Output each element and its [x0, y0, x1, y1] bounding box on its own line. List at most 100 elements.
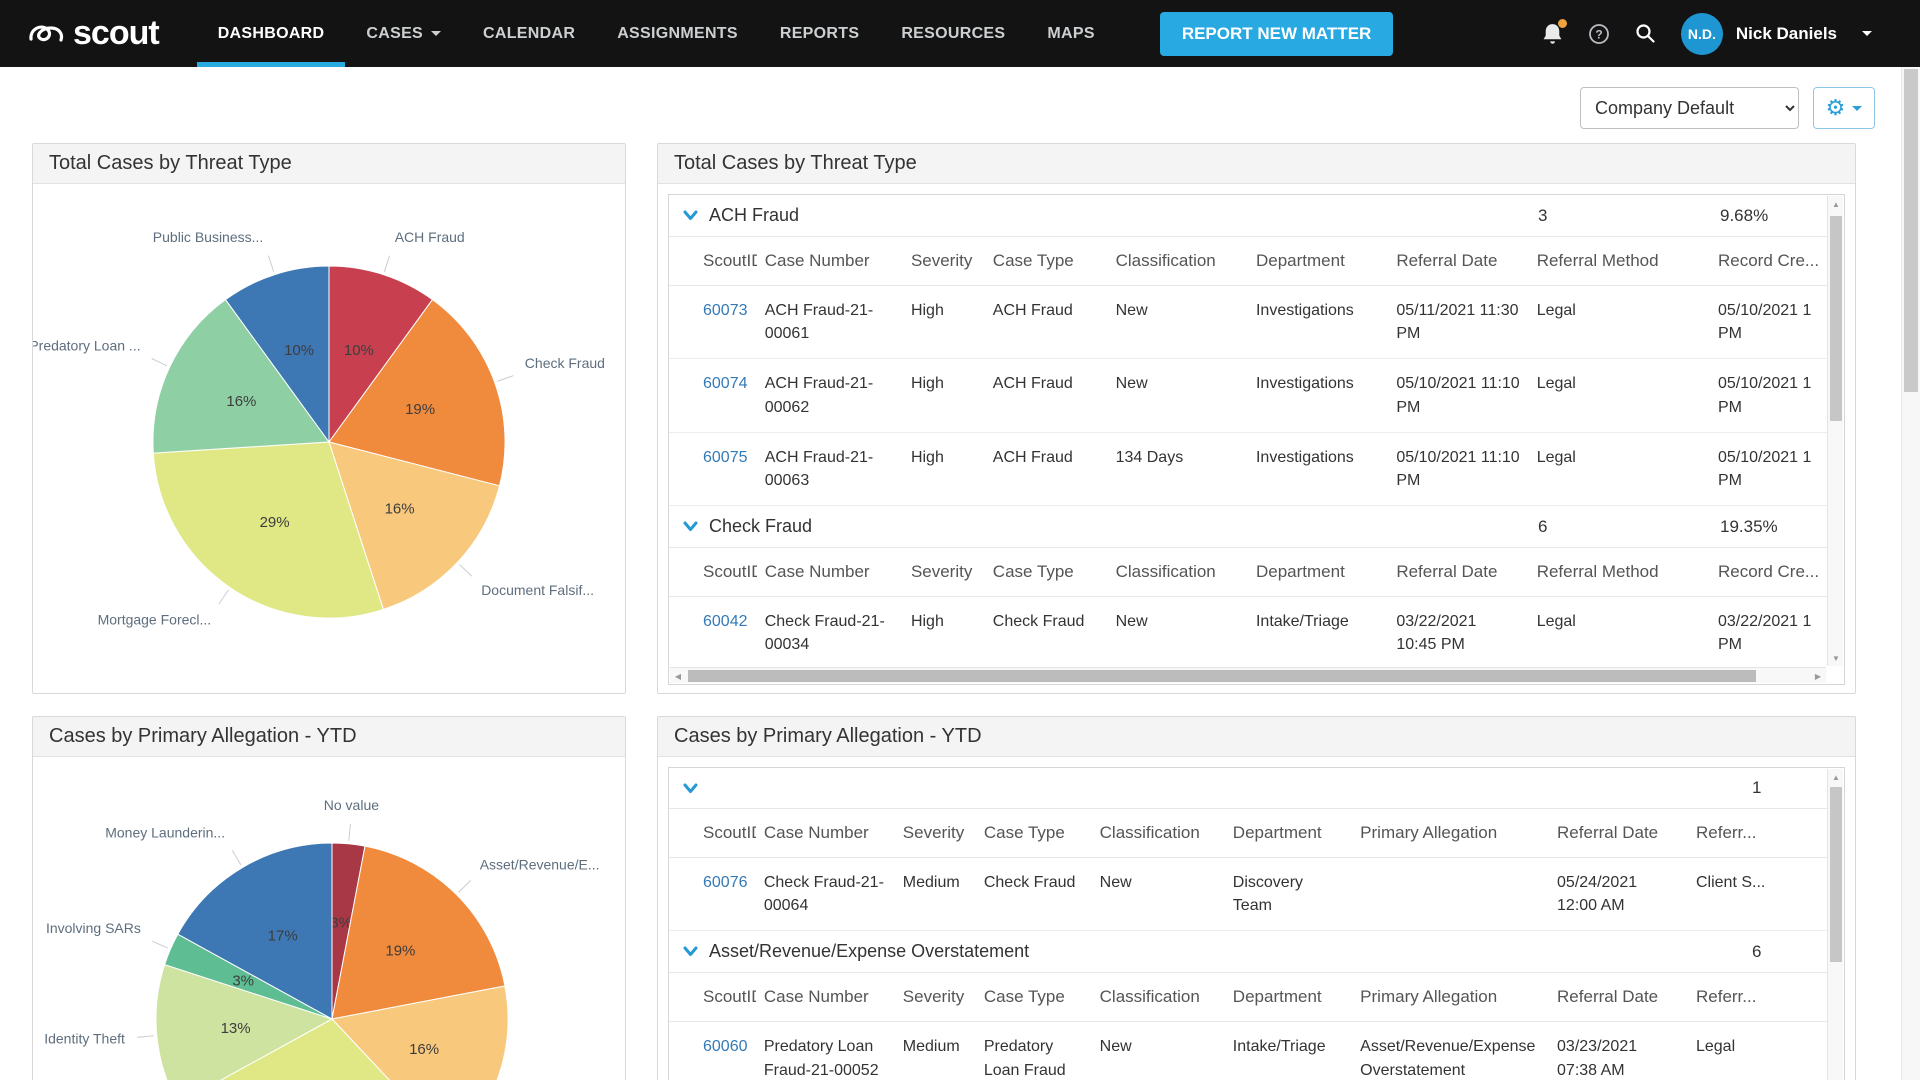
user-name[interactable]: Nick Daniels: [1736, 24, 1837, 44]
column-header-row: ScoutIDCase NumberSeverityCase TypeClass…: [669, 973, 1827, 1022]
column-header-primary-allegation[interactable]: Primary Allegation: [1352, 809, 1549, 858]
column-header-department[interactable]: Department: [1248, 237, 1388, 286]
avatar[interactable]: N.D.: [1681, 13, 1723, 55]
scroll-down-arrow[interactable]: ▼: [1828, 650, 1844, 666]
search-icon: [1635, 23, 1656, 44]
table-row: 60076Check Fraud-21-00064MediumCheck Fra…: [669, 858, 1827, 931]
nav-item-resources[interactable]: RESOURCES: [880, 0, 1026, 67]
user-menu-chevron-down-icon[interactable]: [1862, 31, 1872, 36]
report-new-matter-button[interactable]: REPORT NEW MATTER: [1160, 12, 1394, 56]
column-header-referral-date[interactable]: Referral Date: [1388, 548, 1528, 597]
scroll-up-arrow[interactable]: ▲: [1828, 196, 1844, 212]
nav-item-cases[interactable]: CASES: [345, 0, 462, 67]
column-header-classification[interactable]: Classification: [1092, 809, 1225, 858]
table-vertical-scrollbar[interactable]: ▲ ▼: [1827, 769, 1843, 1080]
column-header-scoutid[interactable]: ScoutID: [669, 973, 756, 1022]
page-scrollbar[interactable]: [1901, 67, 1920, 1080]
vertical-scroll-thumb[interactable]: [1830, 787, 1842, 962]
column-header-primary-allegation[interactable]: Primary Allegation: [1352, 973, 1549, 1022]
view-select[interactable]: Company Default: [1580, 87, 1799, 129]
table-horizontal-scrollbar[interactable]: ◀ ▶: [670, 667, 1826, 683]
nav-item-calendar[interactable]: CALENDAR: [462, 0, 596, 67]
column-header-case-type[interactable]: Case Type: [985, 237, 1108, 286]
column-header-case-number[interactable]: Case Number: [756, 973, 895, 1022]
pie-percent-label: 17%: [268, 928, 298, 945]
scroll-right-arrow[interactable]: ▶: [1810, 668, 1826, 684]
scoutid-link[interactable]: 60076: [703, 874, 748, 891]
scroll-up-arrow[interactable]: ▲: [1828, 769, 1844, 785]
group-collapse-toggle[interactable]: [683, 783, 698, 794]
pie-label-line: [137, 1036, 154, 1038]
group-name: Asset/Revenue/Expense Overstatement: [709, 941, 1741, 962]
column-header-classification[interactable]: Classification: [1108, 548, 1248, 597]
cell-case-number: ACH Fraud-21-00063: [757, 432, 903, 505]
group-collapse-toggle[interactable]: [683, 521, 698, 532]
cell-scoutid: 60074: [669, 359, 757, 432]
group-count: 1: [1752, 778, 1813, 798]
table-row: 60073ACH Fraud-21-00061HighACH FraudNewI…: [669, 286, 1827, 359]
notifications-button[interactable]: [1542, 22, 1563, 45]
brand[interactable]: scout: [26, 0, 159, 67]
pie-percent-label: 19%: [405, 401, 435, 418]
search-button[interactable]: [1635, 23, 1656, 44]
column-header-scoutid[interactable]: ScoutID: [669, 809, 756, 858]
column-header-referral-date[interactable]: Referral Date: [1388, 237, 1528, 286]
column-header-severity[interactable]: Severity: [895, 973, 976, 1022]
column-header-scoutid[interactable]: ScoutID: [669, 548, 757, 597]
column-header-severity[interactable]: Severity: [903, 548, 985, 597]
scoutid-link[interactable]: 60075: [703, 449, 748, 466]
nav-item-assignments[interactable]: ASSIGNMENTS: [596, 0, 759, 67]
column-header-case-type[interactable]: Case Type: [985, 548, 1108, 597]
column-header-department[interactable]: Department: [1225, 809, 1352, 858]
horizontal-scroll-thumb[interactable]: [688, 670, 1756, 682]
pie-label-line: [460, 565, 472, 577]
column-header-severity[interactable]: Severity: [903, 237, 985, 286]
page-scrollbar-thumb[interactable]: [1904, 69, 1918, 392]
help-icon: ?: [1588, 23, 1610, 45]
cell-referral-date: 03/23/2021 07:38 AM: [1549, 1022, 1688, 1080]
column-header-department[interactable]: Department: [1225, 973, 1352, 1022]
help-button[interactable]: ?: [1588, 23, 1610, 45]
nav-item-maps[interactable]: MAPS: [1026, 0, 1115, 67]
column-header-referral-date[interactable]: Referral Date: [1549, 973, 1688, 1022]
dashboard-settings-button[interactable]: ⚙: [1813, 87, 1875, 129]
column-header-case-number[interactable]: Case Number: [756, 809, 895, 858]
scoutid-link[interactable]: 60073: [703, 302, 748, 319]
column-header-referral-date[interactable]: Referral Date: [1549, 809, 1688, 858]
column-header-department[interactable]: Department: [1248, 548, 1388, 597]
panel-title: Cases by Primary Allegation - YTD: [33, 717, 625, 757]
vertical-scroll-thumb[interactable]: [1830, 216, 1842, 421]
cell-referr: Legal: [1688, 1022, 1827, 1080]
svg-text:?: ?: [1595, 27, 1602, 41]
scroll-left-arrow[interactable]: ◀: [670, 668, 686, 684]
column-header-record-cre[interactable]: Record Cre...: [1710, 237, 1827, 286]
column-header-severity[interactable]: Severity: [895, 809, 976, 858]
panel-title: Total Cases by Threat Type: [658, 144, 1855, 184]
column-header-classification[interactable]: Classification: [1092, 973, 1225, 1022]
dashboard-toolbar: Company Default ⚙: [32, 87, 1875, 129]
column-header-referr[interactable]: Referr...: [1688, 973, 1827, 1022]
scoutid-link[interactable]: 60074: [703, 375, 748, 392]
group-collapse-toggle[interactable]: [683, 210, 698, 221]
cell-case-type: ACH Fraud: [985, 359, 1108, 432]
column-header-case-type[interactable]: Case Type: [976, 809, 1092, 858]
group-collapse-toggle[interactable]: [683, 946, 698, 957]
column-header-record-cre[interactable]: Record Cre...: [1710, 548, 1827, 597]
column-header-case-number[interactable]: Case Number: [757, 237, 903, 286]
scoutid-link[interactable]: 60042: [703, 613, 748, 630]
scoutid-link[interactable]: 60060: [703, 1038, 748, 1055]
nav-item-reports[interactable]: REPORTS: [759, 0, 880, 67]
column-header-referral-method[interactable]: Referral Method: [1529, 548, 1710, 597]
column-header-case-type[interactable]: Case Type: [976, 973, 1092, 1022]
table-vertical-scrollbar[interactable]: ▲ ▼: [1827, 196, 1843, 666]
column-header-classification[interactable]: Classification: [1108, 237, 1248, 286]
column-header-scoutid[interactable]: ScoutID: [669, 237, 757, 286]
cell-case-number: ACH Fraud-21-00062: [757, 359, 903, 432]
nav-item-dashboard[interactable]: DASHBOARD: [197, 0, 346, 67]
column-header-referr[interactable]: Referr...: [1688, 809, 1827, 858]
panel-primary-allegation-pie: Cases by Primary Allegation - YTD 3%No v…: [32, 716, 626, 1080]
column-header-case-number[interactable]: Case Number: [757, 548, 903, 597]
column-header-referral-method[interactable]: Referral Method: [1529, 237, 1710, 286]
table-row: 60075ACH Fraud-21-00063HighACH Fraud134 …: [669, 432, 1827, 505]
cell-primary-allegation: [1352, 858, 1549, 931]
